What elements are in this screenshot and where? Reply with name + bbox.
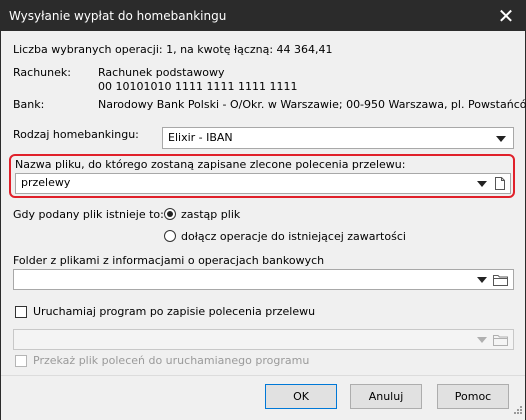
filename-input[interactable]: przelewy	[15, 173, 511, 194]
pass-file-label: Przekaż plik poleceń do uruchamianego pr…	[33, 354, 310, 367]
folder-label: Folder z plikami z informacjami o operac…	[13, 254, 325, 267]
close-icon[interactable]: ✕	[495, 5, 517, 27]
run-program-checkbox[interactable]	[15, 306, 27, 318]
title-bar[interactable]: Wysyłanie wypłat do homebankingu ✕	[1, 1, 525, 31]
account-label: Rachunek:	[13, 66, 71, 79]
chevron-down-icon[interactable]	[477, 337, 487, 343]
folder-input[interactable]	[13, 269, 514, 290]
homebanking-selected: Elixir - IBAN	[168, 131, 233, 144]
filename-value: przelewy	[21, 176, 71, 189]
run-program-label[interactable]: Uruchamiaj program po zapisie polecenia …	[33, 305, 315, 318]
bank-label: Bank:	[13, 98, 45, 111]
help-button[interactable]: Pomoc	[437, 384, 509, 409]
chevron-down-icon[interactable]	[477, 277, 487, 283]
ok-button[interactable]: OK	[265, 384, 337, 409]
chevron-down-icon[interactable]	[477, 181, 487, 187]
filename-label: Nazwa pliku, do którego zostaną zapisane…	[15, 158, 406, 171]
file-icon[interactable]	[495, 177, 505, 193]
dialog-window: Wysyłanie wypłat do homebankingu ✕ Liczb…	[0, 0, 526, 420]
pass-file-checkbox[interactable]	[15, 355, 27, 367]
radio-replace-label[interactable]: zastąp plik	[181, 208, 240, 221]
summary-text: Liczba wybranych operacji: 1, na kwotę ł…	[13, 43, 333, 56]
account-name: Rachunek podstawowy	[98, 66, 225, 79]
window-title: Wysyłanie wypłat do homebankingu	[9, 9, 227, 23]
file-exists-label: Gdy podany plik istnieje to:	[13, 208, 164, 221]
button-bar: OK Anuluj Pomoc	[1, 375, 525, 420]
program-path-input[interactable]	[13, 329, 514, 350]
bank-value: Narodowy Bank Polski - O/Okr. w Warszawi…	[98, 98, 526, 111]
radio-append-label[interactable]: dołącz operacje do istniejącej zawartośc…	[181, 230, 406, 243]
folder-icon[interactable]	[493, 333, 508, 349]
radio-append-operations[interactable]	[164, 230, 176, 242]
cancel-button[interactable]: Anuluj	[350, 384, 422, 409]
homebanking-select[interactable]: Elixir - IBAN	[162, 127, 514, 149]
radio-replace-file[interactable]	[164, 208, 176, 220]
folder-icon[interactable]	[493, 273, 508, 289]
resize-grip-icon[interactable]	[513, 405, 523, 418]
account-number: 00 10101010 1111 1111 1111 1111	[98, 80, 298, 93]
homebanking-label: Rodzaj homebankingu:	[13, 128, 139, 141]
chevron-down-icon[interactable]	[496, 136, 506, 142]
